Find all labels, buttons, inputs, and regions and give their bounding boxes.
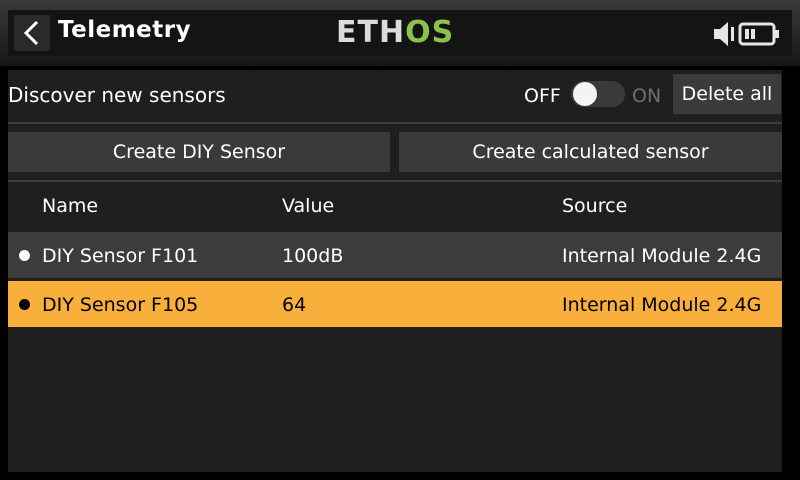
bullet-icon <box>19 250 30 261</box>
toggle-knob <box>573 82 597 106</box>
table-row[interactable]: DIY Sensor F105 64 Internal Module 2.4G <box>8 281 782 327</box>
bullet-icon <box>19 299 30 310</box>
sensor-source: Internal Module 2.4G <box>562 245 762 267</box>
back-button[interactable] <box>14 15 50 51</box>
ethos-logo: ETHOS <box>336 15 454 51</box>
sensor-name: DIY Sensor F105 <box>42 294 199 316</box>
logo-text-os: OS <box>405 15 455 50</box>
column-header-value: Value <box>282 195 335 217</box>
column-header-name: Name <box>42 195 99 217</box>
sensor-source: Internal Module 2.4G <box>562 294 762 316</box>
discover-sensors-label: Discover new sensors <box>8 83 226 107</box>
discover-toggle[interactable] <box>571 81 625 107</box>
status-icons <box>712 17 782 51</box>
toggle-on-label: ON <box>632 85 662 107</box>
column-header-source: Source <box>562 195 628 217</box>
page-title: Telemetry <box>58 17 192 43</box>
delete-all-button[interactable]: Delete all <box>673 74 781 114</box>
volume-icon <box>714 22 734 46</box>
create-calculated-sensor-button[interactable]: Create calculated sensor <box>399 132 782 172</box>
back-chevron-icon <box>23 20 39 46</box>
sensor-value: 100dB <box>282 245 344 267</box>
divider <box>8 180 782 182</box>
sensor-name: DIY Sensor F101 <box>42 245 199 267</box>
battery-icon <box>738 22 779 46</box>
table-row[interactable]: DIY Sensor F101 100dB Internal Module 2.… <box>8 232 782 278</box>
create-diy-sensor-button[interactable]: Create DIY Sensor <box>8 132 390 172</box>
logo-text-eth: ETH <box>336 15 406 50</box>
sensor-value: 64 <box>282 294 307 316</box>
toggle-off-label: OFF <box>524 85 561 107</box>
divider <box>8 122 782 124</box>
